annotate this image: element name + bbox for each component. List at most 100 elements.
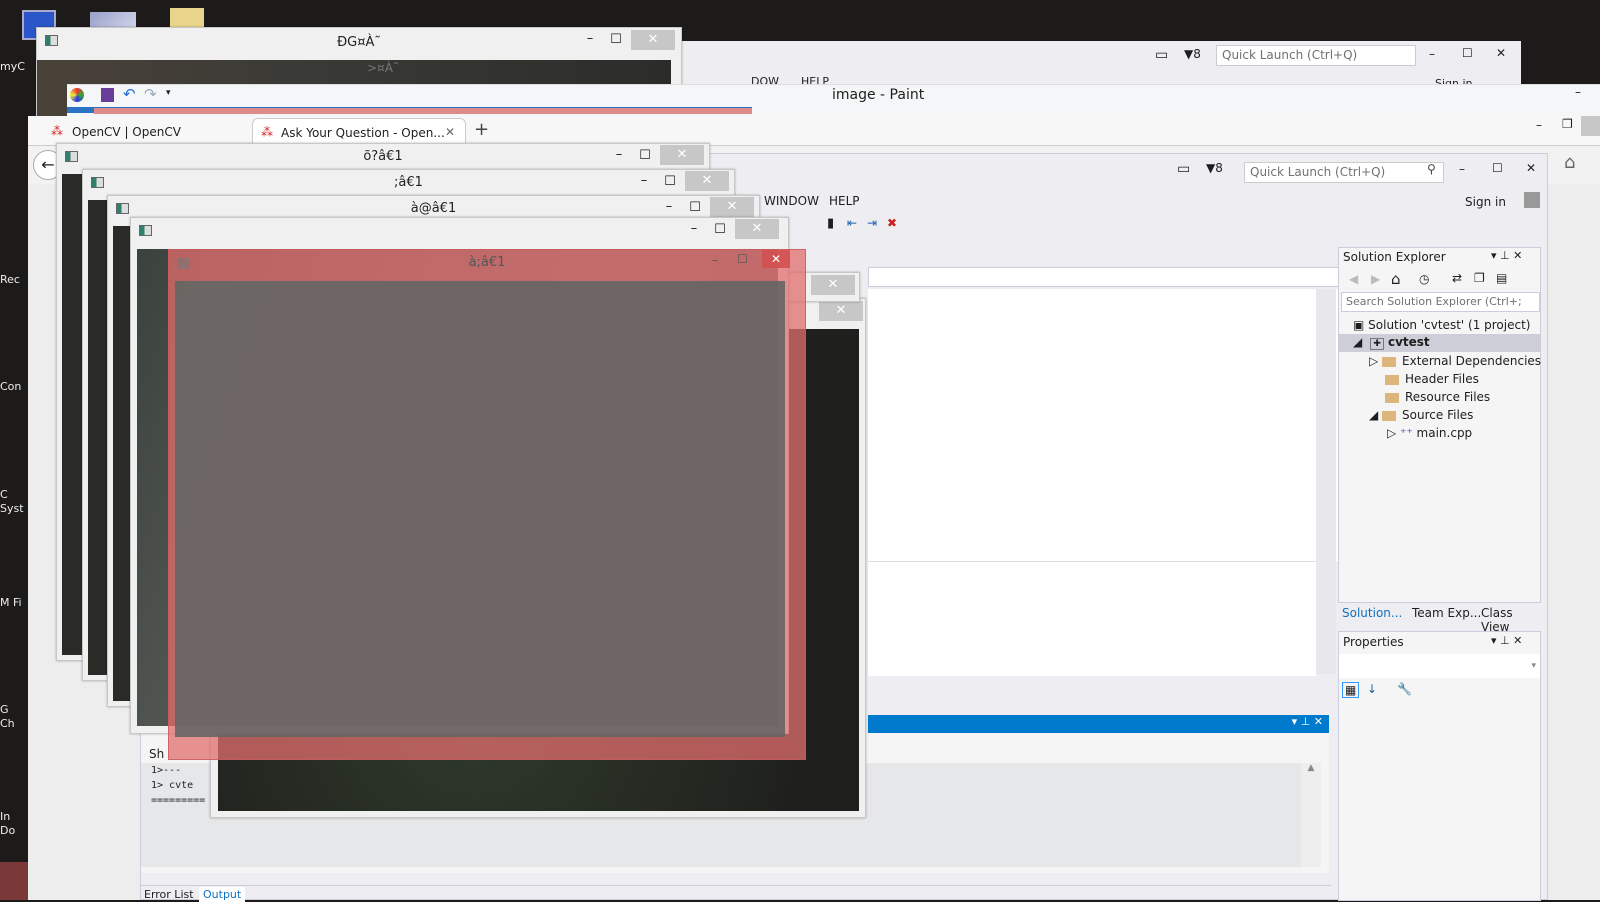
prev-bookmark-icon[interactable]: ⇤ (847, 216, 857, 230)
new-tab-button[interactable]: + (474, 119, 489, 140)
solution-search-input[interactable]: Search Solution Explorer (Ctrl+; (1341, 292, 1540, 312)
desktop-icon-label[interactable]: Rec (0, 273, 30, 287)
bookmark-icon[interactable]: ▮ (827, 216, 834, 231)
maximize-button[interactable]: ☐ (1462, 46, 1473, 60)
tab-team-explorer[interactable]: Team Exp... (1412, 606, 1481, 620)
tree-label: cvtest (1387, 335, 1430, 349)
desktop-icon-label[interactable]: myC (0, 60, 30, 74)
tab-opencv[interactable]: ⁂ OpenCV | OpenCV ✕ (46, 119, 266, 146)
tab-label: Ask Your Question - Open... (281, 126, 445, 140)
collapse-all-icon[interactable]: ❐ (1474, 271, 1485, 285)
desktop-icon-label[interactable]: G Ch (0, 703, 26, 731)
paint-title: image - Paint (832, 87, 925, 103)
tree-label: Resource Files (1405, 390, 1491, 404)
customize-toolbar-icon[interactable]: ▾ (166, 88, 171, 98)
bottom-tab-bar: Error List Output (141, 885, 1331, 902)
close-button[interactable]: ✕ (1496, 46, 1506, 60)
sync-icon[interactable]: ⇄ (1452, 271, 1462, 285)
feedback-icon[interactable]: ▭ (1177, 161, 1190, 177)
search-icon[interactable]: ⚲ (1427, 162, 1436, 176)
tree-header-files[interactable]: Header Files (1385, 372, 1479, 386)
tree-label: Solution 'cvtest' (1 project) (1368, 318, 1531, 332)
close-button[interactable]: ✕ (660, 145, 704, 165)
minimize-button[interactable]: – (611, 148, 627, 164)
paint-window: ↶ ↷ ▾ image - Paint – (67, 84, 1600, 118)
undo-icon[interactable]: ↶ (123, 85, 136, 103)
menu-help[interactable]: HELP (829, 194, 860, 208)
minimize-button[interactable]: – (661, 200, 677, 216)
desktop-icon-label[interactable]: C Syst (0, 488, 26, 516)
output-scrollbar[interactable]: ▲ (1301, 763, 1321, 867)
minimize-button[interactable]: – (1536, 118, 1542, 132)
minimize-button[interactable]: – (1429, 47, 1435, 61)
home-icon[interactable]: ⌂ (1564, 152, 1575, 173)
account-avatar[interactable] (1524, 192, 1540, 208)
close-button[interactable]: ✕ (1526, 161, 1536, 175)
sign-in-link[interactable]: Sign in (1465, 195, 1506, 209)
menu-window[interactable]: WINDOW (764, 194, 819, 208)
panel-options-icons[interactable]: ▾ ⊥ ✕ (1491, 249, 1522, 262)
redo-icon[interactable]: ↷ (144, 85, 157, 103)
save-icon[interactable] (101, 88, 114, 102)
feedback-icon[interactable]: ▭ (1155, 47, 1168, 63)
minimize-button[interactable]: – (1459, 162, 1465, 176)
property-pages-icon[interactable]: 🔧 (1397, 682, 1412, 696)
maximize-button[interactable]: ☐ (608, 32, 624, 48)
close-button[interactable]: ✕ (735, 219, 779, 239)
tab-error-list[interactable]: Error List (144, 888, 194, 901)
filter-icon[interactable]: ▼8 (1206, 161, 1223, 175)
desktop-icon-label[interactable]: M Fi (0, 596, 26, 610)
maximize-button[interactable]: ☐ (687, 200, 703, 216)
minimize-button[interactable]: – (686, 222, 702, 238)
tree-project[interactable]: ◢ ✚ cvtest (1339, 334, 1540, 352)
properties-panel: Properties ▾ ⊥ ✕ ▾ ▦ ↓ 🔧 (1338, 631, 1541, 901)
close-button[interactable]: ✕ (710, 197, 754, 217)
solution-explorer: Solution Explorer ▾ ⊥ ✕ ◀ ▶ ⌂ ◷ ⇄ ❐ ▤ Se… (1338, 247, 1541, 603)
code-editor-lower (868, 561, 1316, 676)
desktop-icon-label[interactable]: Con (0, 380, 30, 394)
taskbar-fragment (0, 862, 28, 900)
clear-bookmarks-icon[interactable]: ✖ (887, 216, 897, 230)
next-bookmark-icon[interactable]: ⇥ (867, 216, 877, 230)
close-button[interactable]: ✕ (811, 275, 855, 295)
tab-bar: ⁂ OpenCV | OpenCV ✕ ⁂ Ask Your Question … (28, 116, 1600, 147)
restore-button[interactable]: ❐ (1562, 117, 1573, 131)
object-selector[interactable]: ▾ (1339, 654, 1540, 678)
tree-resource-files[interactable]: Resource Files (1385, 390, 1490, 404)
tree-source-files[interactable]: ◢ Source Files (1369, 408, 1473, 422)
quick-launch-input[interactable]: Quick Launch (Ctrl+Q) (1244, 162, 1444, 183)
close-button[interactable]: ✕ (819, 301, 863, 321)
tab-solution-explorer[interactable]: Solution... (1342, 606, 1402, 620)
filter-icon[interactable]: ▼8 (1184, 47, 1201, 61)
close-button[interactable]: ✕ (762, 250, 790, 268)
tree-solution[interactable]: ▣ Solution 'cvtest' (1 project) (1353, 318, 1530, 332)
close-button[interactable]: ✕ (631, 30, 675, 50)
tab-class-view[interactable]: Class View (1481, 606, 1541, 634)
maximize-button[interactable]: ☐ (637, 148, 653, 164)
editor-scrollbar[interactable] (1316, 289, 1336, 674)
desktop-icon-label[interactable]: In Do (0, 810, 26, 838)
minimize-button[interactable]: – (1575, 85, 1581, 99)
tree-external-dependencies[interactable]: ▷ External Dependencies (1369, 354, 1541, 368)
pending-changes-icon[interactable]: ◷ (1419, 272, 1429, 286)
tab-close-icon[interactable]: ✕ (445, 125, 455, 139)
home-icon[interactable]: ⌂ (1391, 270, 1401, 288)
maximize-button[interactable]: ☐ (1492, 161, 1503, 175)
tree-label: External Dependencies (1402, 354, 1542, 368)
show-all-files-icon[interactable]: ▤ (1496, 271, 1507, 285)
minimize-button[interactable]: – (712, 253, 718, 267)
panel-options-icons[interactable]: ▾ ⊥ ✕ (1491, 634, 1522, 647)
close-button[interactable]: ✕ (685, 171, 729, 191)
minimize-button[interactable]: – (636, 174, 652, 190)
categorized-icon[interactable]: ▦ (1342, 682, 1360, 698)
back-icon[interactable]: ◀ (1349, 272, 1358, 286)
maximize-button[interactable]: ☐ (737, 252, 748, 266)
quick-launch-input[interactable]: Quick Launch (Ctrl+Q) (1216, 45, 1416, 66)
maximize-button[interactable]: ☐ (662, 174, 678, 190)
forward-icon[interactable]: ▶ (1371, 272, 1380, 286)
minimize-button[interactable]: – (582, 32, 598, 48)
close-button[interactable] (1581, 116, 1600, 136)
alphabetical-icon[interactable]: ↓ (1367, 682, 1377, 696)
tree-main-cpp[interactable]: ▷ ⁺⁺ main.cpp (1387, 426, 1472, 440)
maximize-button[interactable]: ☐ (712, 222, 728, 238)
